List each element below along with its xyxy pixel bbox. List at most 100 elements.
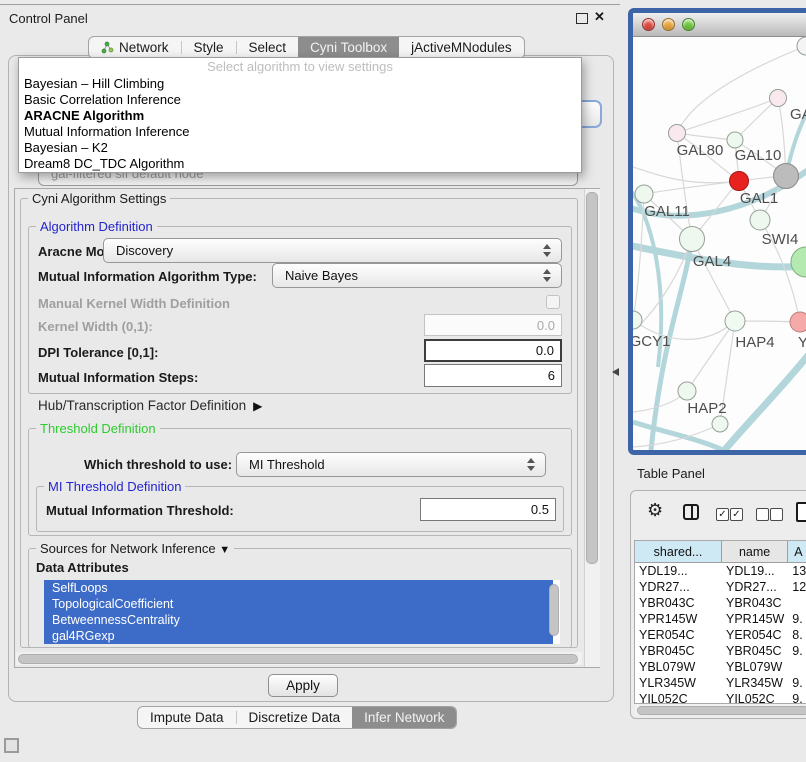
table-row[interactable]: YBR043CYBR043C — [635, 595, 806, 611]
node-gal4[interactable] — [680, 227, 705, 252]
checked-checkbox-icon[interactable]: ✓ — [716, 508, 729, 521]
svg-text:HAP2: HAP2 — [687, 400, 726, 417]
settings-hscrollbar-thumb[interactable] — [18, 654, 578, 664]
node-hap4[interactable] — [725, 311, 745, 331]
checked-checkbox-icon[interactable]: ✓ — [730, 508, 743, 521]
apply-button[interactable]: Apply — [268, 674, 338, 697]
aracne-mode-select[interactable]: Discovery — [103, 238, 562, 263]
close-traffic-light[interactable] — [642, 18, 655, 31]
float-window-icon[interactable] — [576, 13, 588, 24]
table-row[interactable]: YDL19...YDL19...13 — [635, 563, 806, 579]
screen: Control Panel ✕ Network Style Select Cyn… — [0, 0, 806, 762]
node[interactable] — [791, 247, 806, 277]
node-gal1[interactable] — [730, 172, 749, 191]
table-row[interactable]: YLR345WYLR345W9. — [635, 675, 806, 691]
table-row[interactable]: YBR045CYBR045C9. — [635, 643, 806, 659]
node[interactable] — [712, 416, 728, 432]
node[interactable] — [790, 312, 806, 332]
column-header-shared-name[interactable]: shared... — [635, 541, 722, 563]
tab-select[interactable]: Select — [237, 37, 299, 58]
mi-threshold-group-title: MI Threshold Definition — [44, 479, 185, 494]
node-gal80[interactable] — [669, 125, 686, 142]
aracne-mode-value: Discovery — [104, 243, 538, 258]
kernel-width-label: Kernel Width (0,1): — [38, 319, 153, 334]
node-hap2[interactable] — [678, 382, 696, 400]
dropdown-item[interactable]: Dream8 DC_TDC Algorithm — [19, 156, 581, 172]
table-hscrollbar-thumb[interactable] — [637, 706, 806, 715]
kernel-width-field[interactable]: 0.0 — [424, 314, 562, 336]
tab-impute-data-label: Impute Data — [150, 710, 224, 725]
mi-threshold-field[interactable]: 0.5 — [420, 498, 556, 521]
mi-steps-field[interactable]: 6 — [424, 364, 562, 387]
tab-cyni-toolbox-label: Cyni Toolbox — [310, 40, 387, 55]
which-threshold-value: MI Threshold — [237, 457, 522, 472]
tab-jactivemnodules-label: jActiveMNodules — [411, 40, 512, 55]
data-attributes-list[interactable]: SelfLoops TopologicalCoefficient Between… — [44, 580, 560, 644]
dropdown-item-selected[interactable]: ARACNE Algorithm — [19, 108, 581, 124]
hub-section-toggle[interactable]: Hub/Transcription Factor Definition ▶ — [38, 398, 262, 413]
list-item[interactable]: SelfLoops — [44, 580, 553, 596]
list-item[interactable]: TopologicalCoefficient — [44, 596, 553, 612]
table-panel: ⚙ ✓ ✓ shared... name A YDL19...YDL19...1… — [630, 490, 806, 719]
apply-button-label: Apply — [286, 678, 320, 693]
node-table: shared... name A YDL19...YDL19...13 YDR2… — [634, 540, 806, 704]
node-gal10[interactable] — [727, 132, 743, 148]
settings-vscrollbar-thumb[interactable] — [586, 192, 598, 564]
sources-title-label: Sources for Network Inference — [40, 541, 216, 556]
mi-threshold-label: Mutual Information Threshold: — [46, 503, 234, 518]
table-row[interactable]: YBL079WYBL079W — [635, 659, 806, 675]
tab-infer-network[interactable]: Infer Network — [352, 707, 456, 728]
zoom-traffic-light[interactable] — [682, 18, 695, 31]
dpi-tolerance-label: DPI Tolerance [0,1]: — [38, 345, 158, 360]
combo-stepper-icon — [522, 458, 540, 471]
network-window-titlebar[interactable] — [633, 13, 806, 37]
node-swi4[interactable] — [750, 210, 770, 230]
attributes-list-scrollbar-thumb[interactable] — [549, 584, 559, 636]
dropdown-item[interactable]: Mutual Information Inference — [19, 124, 581, 140]
cyni-bottom-tabbar: Impute Data Discretize Data Infer Networ… — [137, 706, 457, 729]
dropdown-item[interactable]: Bayesian – K2 — [19, 140, 581, 156]
node-gal11[interactable] — [635, 185, 653, 203]
column-header-name[interactable]: name — [722, 541, 788, 563]
manual-kernel-width-checkbox[interactable] — [546, 295, 560, 309]
node[interactable] — [774, 164, 799, 189]
table-rows: YDL19...YDL19...13 YDR27...YDR27...12 YB… — [635, 563, 806, 703]
node[interactable] — [770, 90, 787, 107]
tab-discretize-data-label: Discretize Data — [249, 710, 341, 725]
node[interactable] — [797, 37, 806, 55]
dropdown-item[interactable]: Basic Correlation Inference — [19, 92, 581, 108]
document-icon[interactable] — [796, 502, 806, 522]
dpi-tolerance-field[interactable]: 0.0 — [424, 339, 562, 362]
tab-network[interactable]: Network — [89, 37, 181, 58]
network-canvas[interactable]: GAL GAL80 GAL10 GAL1 GAL11 SWI4 GAL4 GCY… — [633, 37, 806, 450]
close-icon[interactable]: ✕ — [594, 9, 605, 25]
tab-style[interactable]: Style — [182, 37, 236, 58]
which-threshold-select[interactable]: MI Threshold — [236, 452, 546, 477]
table-row[interactable]: YPR145WYPR145W9. — [635, 611, 806, 627]
list-item[interactable]: BetweennessCentrality — [44, 612, 553, 628]
tab-jactivemnodules[interactable]: jActiveMNodules — [399, 37, 524, 58]
minimize-traffic-light[interactable] — [662, 18, 675, 31]
sources-title[interactable]: Sources for Network Inference ▼ — [36, 541, 234, 556]
column-header-partial[interactable]: A — [788, 541, 806, 563]
unchecked-checkbox-icon[interactable] — [770, 508, 783, 521]
unchecked-checkbox-icon[interactable] — [756, 508, 769, 521]
svg-text:GAL: GAL — [790, 106, 806, 123]
list-item[interactable]: gal4RGexp — [44, 628, 553, 644]
mi-algorithm-type-value: Naive Bayes — [273, 268, 538, 283]
tab-impute-data[interactable]: Impute Data — [138, 707, 236, 728]
dropdown-item[interactable]: Bayesian – Hill Climbing — [19, 76, 581, 92]
split-columns-icon[interactable] — [683, 504, 699, 520]
tab-cyni-toolbox[interactable]: Cyni Toolbox — [298, 37, 399, 58]
control-panel-title: Control Panel — [9, 11, 88, 26]
tab-discretize-data[interactable]: Discretize Data — [237, 707, 353, 728]
gear-icon[interactable]: ⚙ — [647, 500, 663, 521]
hub-section-label: Hub/Transcription Factor Definition — [38, 398, 246, 413]
node-gcy1[interactable] — [633, 311, 642, 329]
table-row[interactable]: YDR27...YDR27...12 — [635, 579, 806, 595]
table-row[interactable]: YER054CYER054C8. — [635, 627, 806, 643]
docked-panel-icon[interactable] — [4, 738, 19, 753]
svg-text:GAL1: GAL1 — [740, 190, 778, 207]
mi-algorithm-type-select[interactable]: Naive Bayes — [272, 263, 562, 288]
table-row[interactable]: YIL052CYIL052C9. — [635, 691, 806, 703]
